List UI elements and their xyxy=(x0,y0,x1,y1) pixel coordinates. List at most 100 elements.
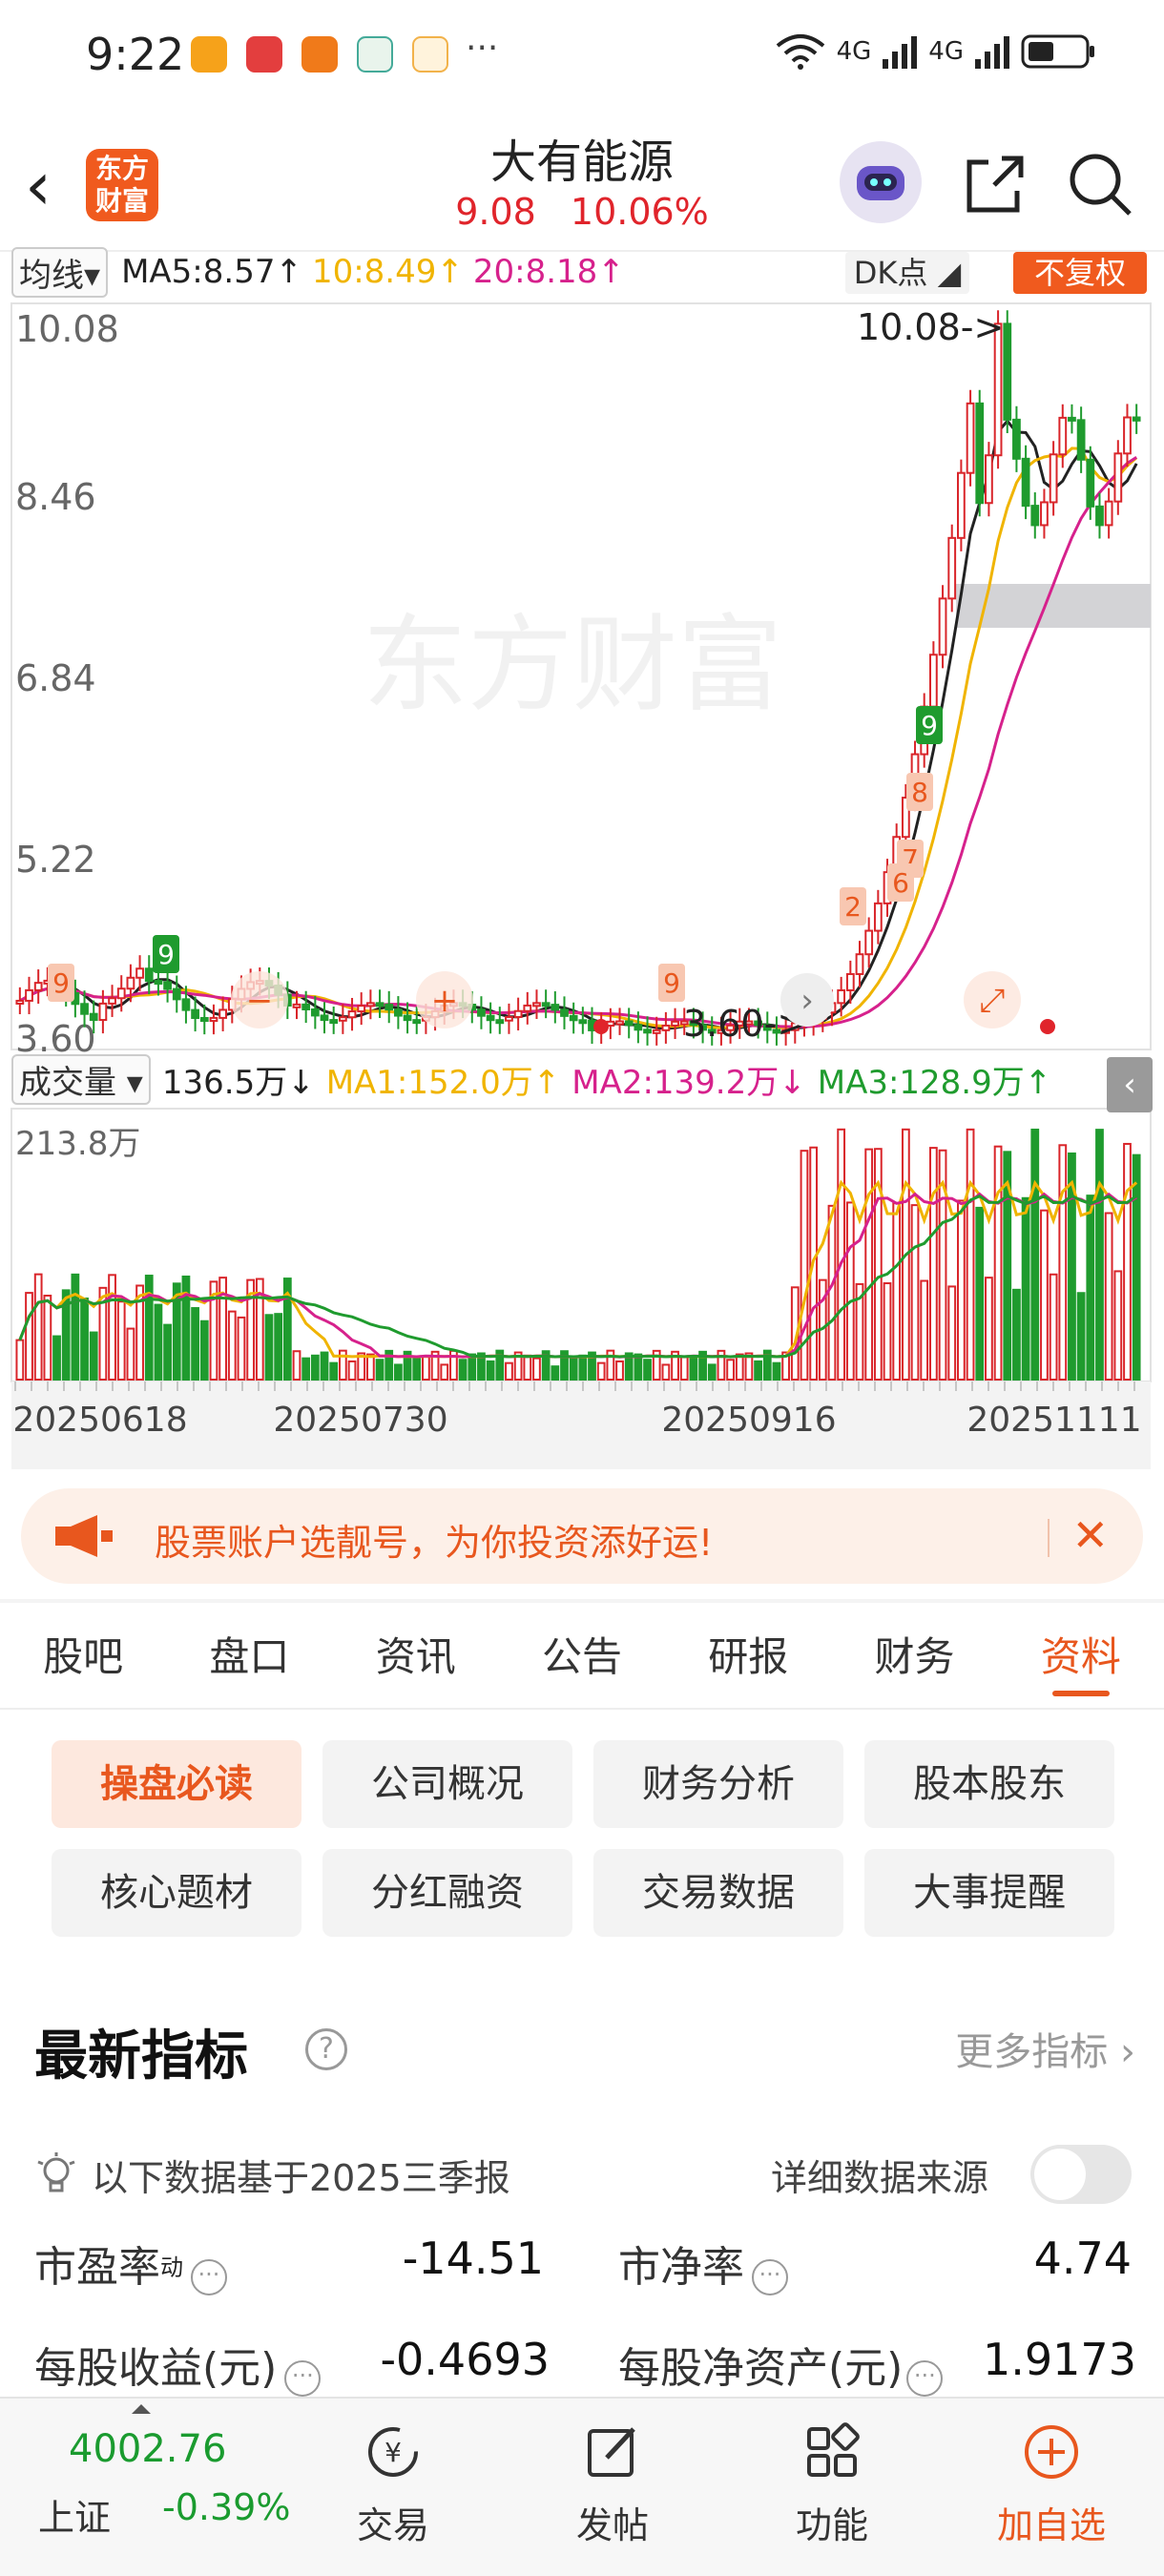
candle-body xyxy=(1086,458,1095,508)
stock-price: 9.08 xyxy=(455,191,536,233)
expand-up-icon xyxy=(132,2404,151,2414)
grid-icon xyxy=(807,2422,860,2477)
battery-icon xyxy=(1021,34,1094,69)
grid-events[interactable]: 大事提醒 xyxy=(864,1849,1114,1937)
app-notification-icon-3 xyxy=(357,36,393,73)
nav-post[interactable]: 发帖 xyxy=(527,2399,698,2576)
data-source-toggle[interactable] xyxy=(1030,2145,1132,2204)
volume-bar xyxy=(365,1353,375,1381)
metric-pe-sup: 动 xyxy=(160,2254,183,2281)
nav-functions[interactable]: 功能 xyxy=(746,2399,918,2576)
grid-shareholders[interactable]: 股本股东 xyxy=(864,1740,1114,1828)
tab-finance[interactable]: 财务 xyxy=(831,1605,997,1708)
volume-bar xyxy=(126,1327,135,1381)
price-tick-label: 6.84 xyxy=(15,657,96,699)
promo-banner[interactable]: 股票账户选靓号，为你投资添好运! ✕ xyxy=(21,1488,1143,1584)
tab-pankou[interactable]: 盘口 xyxy=(166,1605,332,1708)
grid-financial-analysis[interactable]: 财务分析 xyxy=(593,1740,843,1828)
info-dots-icon[interactable]: ··· xyxy=(752,2258,788,2296)
grid-trading-data[interactable]: 交易数据 xyxy=(593,1849,843,1937)
grid-company-overview[interactable]: 公司概况 xyxy=(322,1740,572,1828)
tab-profile[interactable]: 资料 xyxy=(998,1605,1164,1708)
tab-news[interactable]: 资讯 xyxy=(333,1605,499,1708)
date-label: 20251111 xyxy=(967,1401,1141,1440)
volume-bar xyxy=(108,1274,116,1381)
volume-indicator-bar: 成交量 ▾ 136.5万↓ MA1:152.0万↑ MA2:139.2万↓ MA… xyxy=(11,1053,1153,1105)
nav-add-watchlist[interactable]: 加自选 xyxy=(966,2399,1137,2576)
kline-chart[interactable]: 东方财富 10.088.466.845.223.60213.8万 2025061… xyxy=(0,286,1164,1479)
tab-research[interactable]: 研报 xyxy=(665,1605,831,1708)
wifi-icon xyxy=(776,34,824,70)
info-dots-icon[interactable]: ··· xyxy=(284,2359,322,2397)
candle-body xyxy=(1040,501,1049,527)
grid-trading-guide[interactable]: 操盘必读 xyxy=(52,1740,301,1828)
volume-bar xyxy=(237,1316,246,1381)
candle-body xyxy=(837,988,846,1005)
data-source-label: 详细数据来源 xyxy=(771,2157,989,2199)
volume-bar xyxy=(71,1273,80,1381)
data-basis-note: 以下数据基于2025三季报 xyxy=(92,2157,510,2199)
banner-divider xyxy=(1048,1519,1050,1557)
candle-body xyxy=(541,1002,551,1008)
section-divider xyxy=(0,1599,1164,1603)
volume-bar xyxy=(993,1145,1003,1381)
dk-badge-text: 2 xyxy=(844,891,862,923)
signal-icon xyxy=(883,36,918,69)
volume-bar xyxy=(689,1356,698,1381)
grid-core-themes[interactable]: 核心题材 xyxy=(52,1849,301,1937)
help-icon[interactable]: ? xyxy=(305,2028,347,2070)
close-icon[interactable]: ✕ xyxy=(1071,1509,1109,1561)
candle-body xyxy=(218,1008,228,1019)
candle-body xyxy=(1003,322,1012,421)
search-icon[interactable] xyxy=(1065,149,1135,219)
collapse-panel-button[interactable]: ‹ xyxy=(1107,1057,1153,1112)
nav-post-label: 发帖 xyxy=(575,2504,649,2546)
share-icon[interactable] xyxy=(960,149,1030,219)
nav-add-label: 加自选 xyxy=(996,2504,1106,2546)
volume-bar xyxy=(883,1282,892,1381)
nav-trade-label: 交易 xyxy=(356,2504,429,2546)
candle-body xyxy=(643,1028,652,1034)
volume-type-select[interactable]: 成交量 ▾ xyxy=(11,1053,151,1105)
volume-bar xyxy=(89,1331,98,1381)
section-title: 最新指标 xyxy=(34,2025,248,2088)
volume-type-label: 成交量 xyxy=(19,1063,116,1102)
more-indicators-link[interactable]: 更多指标 › xyxy=(955,2021,1135,2076)
candle-body xyxy=(532,1002,541,1008)
signal-4g-label-2: 4G xyxy=(928,37,964,66)
grid-dividends[interactable]: 分红融资 xyxy=(322,1849,572,1937)
volume-bar xyxy=(928,1147,938,1381)
candle-body xyxy=(1068,416,1076,422)
volume-bar xyxy=(422,1356,430,1381)
volume-bar xyxy=(310,1354,320,1381)
candle-body xyxy=(403,1014,412,1022)
nav-trade[interactable]: ¥ 交易 xyxy=(307,2399,479,2576)
ai-assistant-icon[interactable] xyxy=(840,141,922,223)
tab-guba[interactable]: 股吧 xyxy=(0,1605,166,1708)
volume-bar xyxy=(1049,1273,1058,1381)
candle-body xyxy=(181,998,191,1011)
volume-bar xyxy=(845,1201,855,1381)
volume-bar xyxy=(1113,1270,1123,1381)
info-dots-icon[interactable]: ··· xyxy=(191,2258,227,2296)
candle-body xyxy=(80,1003,89,1015)
dk-badge-text: 9 xyxy=(157,939,175,970)
index-quote[interactable]: 4002.76 上证 -0.39% xyxy=(0,2399,305,2576)
candle-body xyxy=(845,972,855,991)
volume-bar xyxy=(468,1353,477,1381)
candle-body xyxy=(634,1024,643,1031)
more-notifications-icon: ··· xyxy=(466,29,499,68)
candle-body xyxy=(15,999,25,1005)
volume-bar xyxy=(726,1359,735,1381)
tab-announcements[interactable]: 公告 xyxy=(499,1605,665,1708)
lightbulb-icon xyxy=(37,2152,75,2192)
ma10-value: 10:8.49↑ xyxy=(311,253,464,291)
status-bar: 9:22 ··· 4G 4G xyxy=(0,0,1164,114)
metric-bvps-value: 1.9173 xyxy=(983,2334,1136,2385)
price-tick-label: 5.22 xyxy=(15,839,96,881)
volume-bar xyxy=(394,1363,403,1381)
volume-bar xyxy=(1076,1292,1086,1381)
candle-body xyxy=(938,597,947,656)
candle-body xyxy=(864,929,874,956)
info-dots-icon[interactable]: ··· xyxy=(906,2359,944,2397)
